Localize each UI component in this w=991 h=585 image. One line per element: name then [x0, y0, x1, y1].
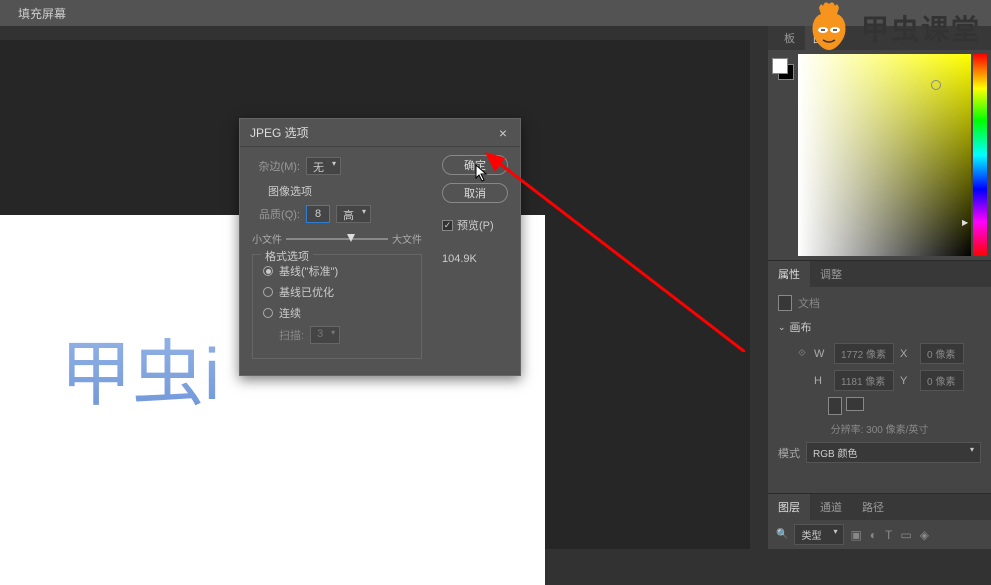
- color-mode-select[interactable]: RGB 颜色 ▾: [806, 442, 981, 463]
- fg-color-swatch[interactable]: [772, 58, 788, 74]
- image-options-label: 图像选项: [268, 183, 422, 199]
- tab-paths[interactable]: 路径: [852, 494, 894, 520]
- jpeg-options-dialog: JPEG 选项 × 杂边(M): 无 ▾ 图像选项 品质(Q): 高 ▾ 小文件…: [239, 118, 521, 376]
- tab-layers[interactable]: 图层: [768, 494, 810, 520]
- document-icon: [778, 295, 792, 311]
- mode-label: 模式: [778, 445, 800, 461]
- x-label: X: [900, 348, 914, 360]
- y-label: Y: [900, 375, 914, 387]
- tab-image[interactable]: 图: [805, 26, 832, 50]
- document-label: 文档: [798, 295, 820, 311]
- file-size-text: 104.9K: [442, 253, 477, 265]
- filter-type-icon[interactable]: T: [885, 528, 892, 542]
- radio-optimized[interactable]: 基线已优化: [263, 284, 411, 300]
- canvas-section-header[interactable]: ⌄ 画布: [778, 319, 981, 335]
- height-field[interactable]: 1181 像素: [834, 370, 894, 391]
- chevron-down-icon: ▾: [362, 207, 366, 216]
- radio-icon: [263, 308, 273, 318]
- tab-properties[interactable]: 属性: [768, 261, 810, 287]
- menubar: 填充屏幕: [0, 0, 991, 26]
- properties-panel: 属性 调整 文档 ⌄ 画布 ⟐ W 1772 像素 X 0 像素 H 11: [768, 260, 991, 471]
- filter-image-icon[interactable]: ▣: [850, 528, 861, 542]
- dialog-titlebar[interactable]: JPEG 选项 ×: [240, 119, 520, 147]
- filter-smart-icon[interactable]: ◈: [920, 528, 929, 542]
- menu-fill-screen[interactable]: 填充屏幕: [10, 5, 74, 22]
- scans-select: 3 ▾: [310, 326, 340, 344]
- tab-adjust[interactable]: 调整: [810, 261, 852, 287]
- dialog-title-text: JPEG 选项: [250, 124, 309, 141]
- radio-icon: [263, 266, 273, 276]
- preview-checkbox[interactable]: ✓ 预览(P): [442, 217, 494, 233]
- height-label: H: [814, 375, 828, 387]
- filter-adjust-icon[interactable]: ◐: [870, 528, 877, 542]
- radio-icon: [263, 287, 273, 297]
- quality-input[interactable]: [306, 205, 330, 223]
- layer-filter-select[interactable]: 类型 ▾: [794, 524, 844, 545]
- chevron-down-icon: ⌄: [778, 322, 786, 333]
- link-icon[interactable]: ⟐: [796, 348, 808, 359]
- matte-label: 杂边(M):: [252, 158, 300, 174]
- format-options-legend: 格式选项: [261, 248, 313, 264]
- close-icon[interactable]: ×: [496, 126, 510, 140]
- scans-label: 扫描:: [279, 327, 304, 343]
- orientation-landscape-icon[interactable]: [846, 397, 864, 411]
- hue-slider[interactable]: [973, 54, 987, 256]
- color-panel-tabs: 板 图: [768, 26, 991, 50]
- filter-shape-icon[interactable]: ▭: [900, 528, 911, 542]
- y-field[interactable]: 0 像素: [920, 370, 964, 391]
- ok-button[interactable]: 确定: [442, 155, 508, 175]
- resolution-text: 分辨率: 300 像素/英寸: [778, 421, 981, 436]
- quality-label: 品质(Q):: [252, 206, 300, 222]
- slider-handle[interactable]: [347, 234, 355, 242]
- radio-progressive[interactable]: 连续: [263, 305, 411, 321]
- radio-baseline[interactable]: 基线("标准"): [263, 263, 411, 279]
- quality-preset-select[interactable]: 高 ▾: [336, 205, 371, 223]
- canvas-sample-text: 甲虫i: [60, 315, 220, 420]
- small-file-label: 小文件: [252, 231, 282, 246]
- search-icon[interactable]: 🔍: [776, 529, 788, 540]
- format-options-fieldset: 格式选项 基线("标准") 基线已优化 连续 扫描: 3 ▾: [252, 254, 422, 359]
- width-field[interactable]: 1772 像素: [834, 343, 894, 364]
- x-field[interactable]: 0 像素: [920, 343, 964, 364]
- tab-channels[interactable]: 通道: [810, 494, 852, 520]
- layers-panel: 图层 通道 路径 🔍 类型 ▾ ▣ ◐ T ▭ ◈: [768, 493, 991, 549]
- quality-slider[interactable]: [286, 238, 388, 240]
- fg-bg-swatch[interactable]: [772, 58, 794, 80]
- color-field[interactable]: [798, 54, 971, 256]
- width-label: W: [814, 348, 828, 360]
- right-panel: 板 图 属性 调整 文档 ⌄ 画布: [768, 26, 991, 549]
- checkbox-icon: ✓: [442, 220, 453, 231]
- cancel-button[interactable]: 取消: [442, 183, 508, 203]
- color-picker: [768, 50, 991, 260]
- orientation-portrait-icon[interactable]: [828, 397, 842, 415]
- chevron-down-icon: ▾: [332, 159, 336, 168]
- color-field-cursor[interactable]: [931, 80, 941, 90]
- chevron-down-icon: ▾: [970, 445, 974, 454]
- tab-board[interactable]: 板: [776, 26, 803, 50]
- matte-select[interactable]: 无 ▾: [306, 157, 341, 175]
- large-file-label: 大文件: [392, 231, 422, 246]
